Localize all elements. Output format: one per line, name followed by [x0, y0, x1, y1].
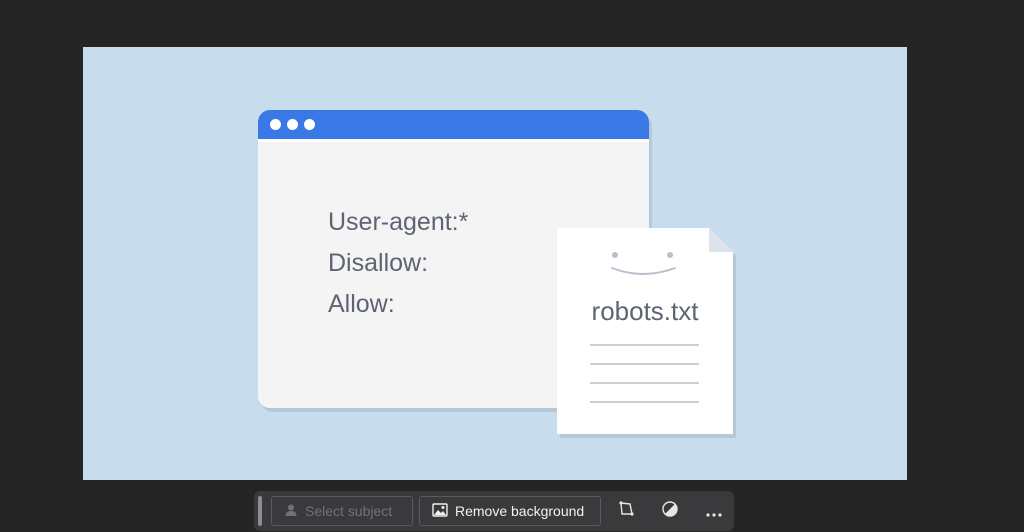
rule-line-user-agent: User-agent:*	[328, 208, 469, 236]
contrast-icon	[662, 500, 678, 522]
window-dot-icon	[287, 119, 298, 130]
toolbar-drag-handle[interactable]	[258, 496, 262, 526]
rule-line-disallow: Disallow:	[328, 249, 429, 277]
contextual-toolbar: Select subject Remove background	[254, 491, 734, 531]
browser-title-bar	[258, 110, 649, 139]
adjustments-button[interactable]	[651, 496, 689, 526]
crop-icon	[618, 500, 634, 522]
select-subject-label: Select subject	[305, 503, 393, 519]
more-options-button[interactable]	[695, 496, 733, 526]
window-dot-icon	[304, 119, 315, 130]
remove-background-label: Remove background	[455, 503, 585, 519]
rule-line-allow: Allow:	[328, 290, 395, 318]
select-subject-button[interactable]: Select subject	[271, 496, 413, 526]
crop-button[interactable]	[607, 496, 645, 526]
more-icon	[706, 502, 722, 520]
person-icon	[284, 503, 298, 520]
robots-document-illustration: robots.txt	[557, 228, 733, 434]
document-filename: robots.txt	[591, 296, 699, 326]
image-canvas[interactable]: User-agent:* Disallow: Allow: robots.txt	[83, 47, 907, 480]
robots-rules-text: User-agent:* Disallow: Allow:	[328, 202, 468, 325]
window-dot-icon	[270, 119, 281, 130]
image-icon	[432, 502, 448, 520]
workspace: User-agent:* Disallow: Allow: robots.txt	[0, 0, 1024, 532]
remove-background-button[interactable]: Remove background	[419, 496, 601, 526]
